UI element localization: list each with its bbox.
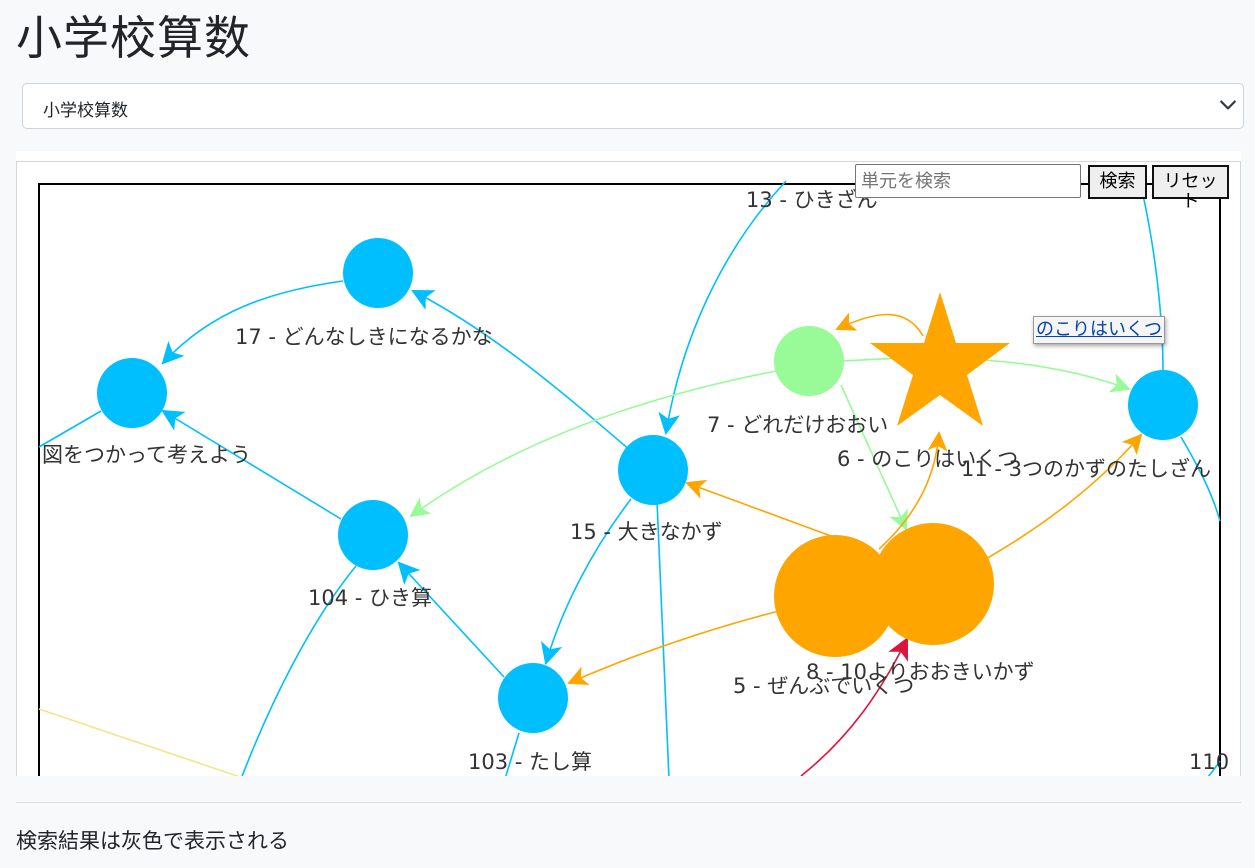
curriculum-select-value: 小学校算数 [43, 101, 128, 121]
node-label: 15 - 大きなかず [570, 520, 723, 544]
edge [835, 312, 924, 337]
node-103[interactable] [498, 663, 568, 733]
node-figure[interactable] [97, 358, 167, 428]
edge [843, 357, 1131, 393]
node-label: 7 - どれだけおおい [707, 413, 888, 437]
node-17[interactable] [343, 238, 413, 308]
edge [38, 410, 102, 448]
graph-card: 13 - ひきざん 17 - どんなしきになるかな 図をつかって考えよう 7 -… [16, 151, 1241, 776]
edge [38, 708, 240, 776]
node-label: 110 [1189, 750, 1229, 774]
graph-nodes[interactable] [97, 238, 1198, 733]
divider [16, 802, 1241, 803]
node-label: 図をつかって考えよう [42, 443, 251, 467]
edge [409, 370, 777, 518]
footer-note: 検索結果は灰色で表示される [16, 829, 289, 853]
node-7[interactable] [774, 326, 844, 396]
search-button[interactable]: 検索 [1088, 165, 1147, 199]
node-label: 17 - どんなしきになるかな [235, 325, 493, 349]
node-label: 8 - 10よりおおきいかず [806, 660, 1035, 684]
edge [397, 561, 505, 678]
edge [161, 280, 344, 365]
edge [658, 180, 787, 436]
graph-frame: 13 - ひきざん 17 - どんなしきになるかな 図をつかって考えよう 7 -… [16, 161, 1241, 776]
node-8[interactable] [872, 523, 994, 645]
reset-button[interactable]: リセット [1152, 165, 1229, 212]
node-15[interactable] [618, 435, 688, 505]
curriculum-select[interactable]: 小学校算数 [22, 83, 1244, 129]
node-tooltip-link[interactable]: のこりはいくつ [1033, 316, 1165, 344]
node-11[interactable] [1128, 370, 1198, 440]
page-title: 小学校算数 [16, 11, 251, 65]
node-label: 11 - 3つのかずのたしざん [961, 457, 1211, 481]
chevron-down-icon [1220, 100, 1236, 110]
node-label: 103 - たし算 [468, 750, 592, 774]
graph-canvas[interactable]: 13 - ひきざん 17 - どんなしきになるかな 図をつかって考えよう 7 -… [17, 162, 1241, 776]
edge [567, 610, 780, 685]
node-label: 104 - ひき算 [308, 586, 432, 610]
unit-search-input[interactable] [855, 164, 1081, 198]
edge [411, 289, 632, 452]
node-104[interactable] [338, 500, 408, 570]
